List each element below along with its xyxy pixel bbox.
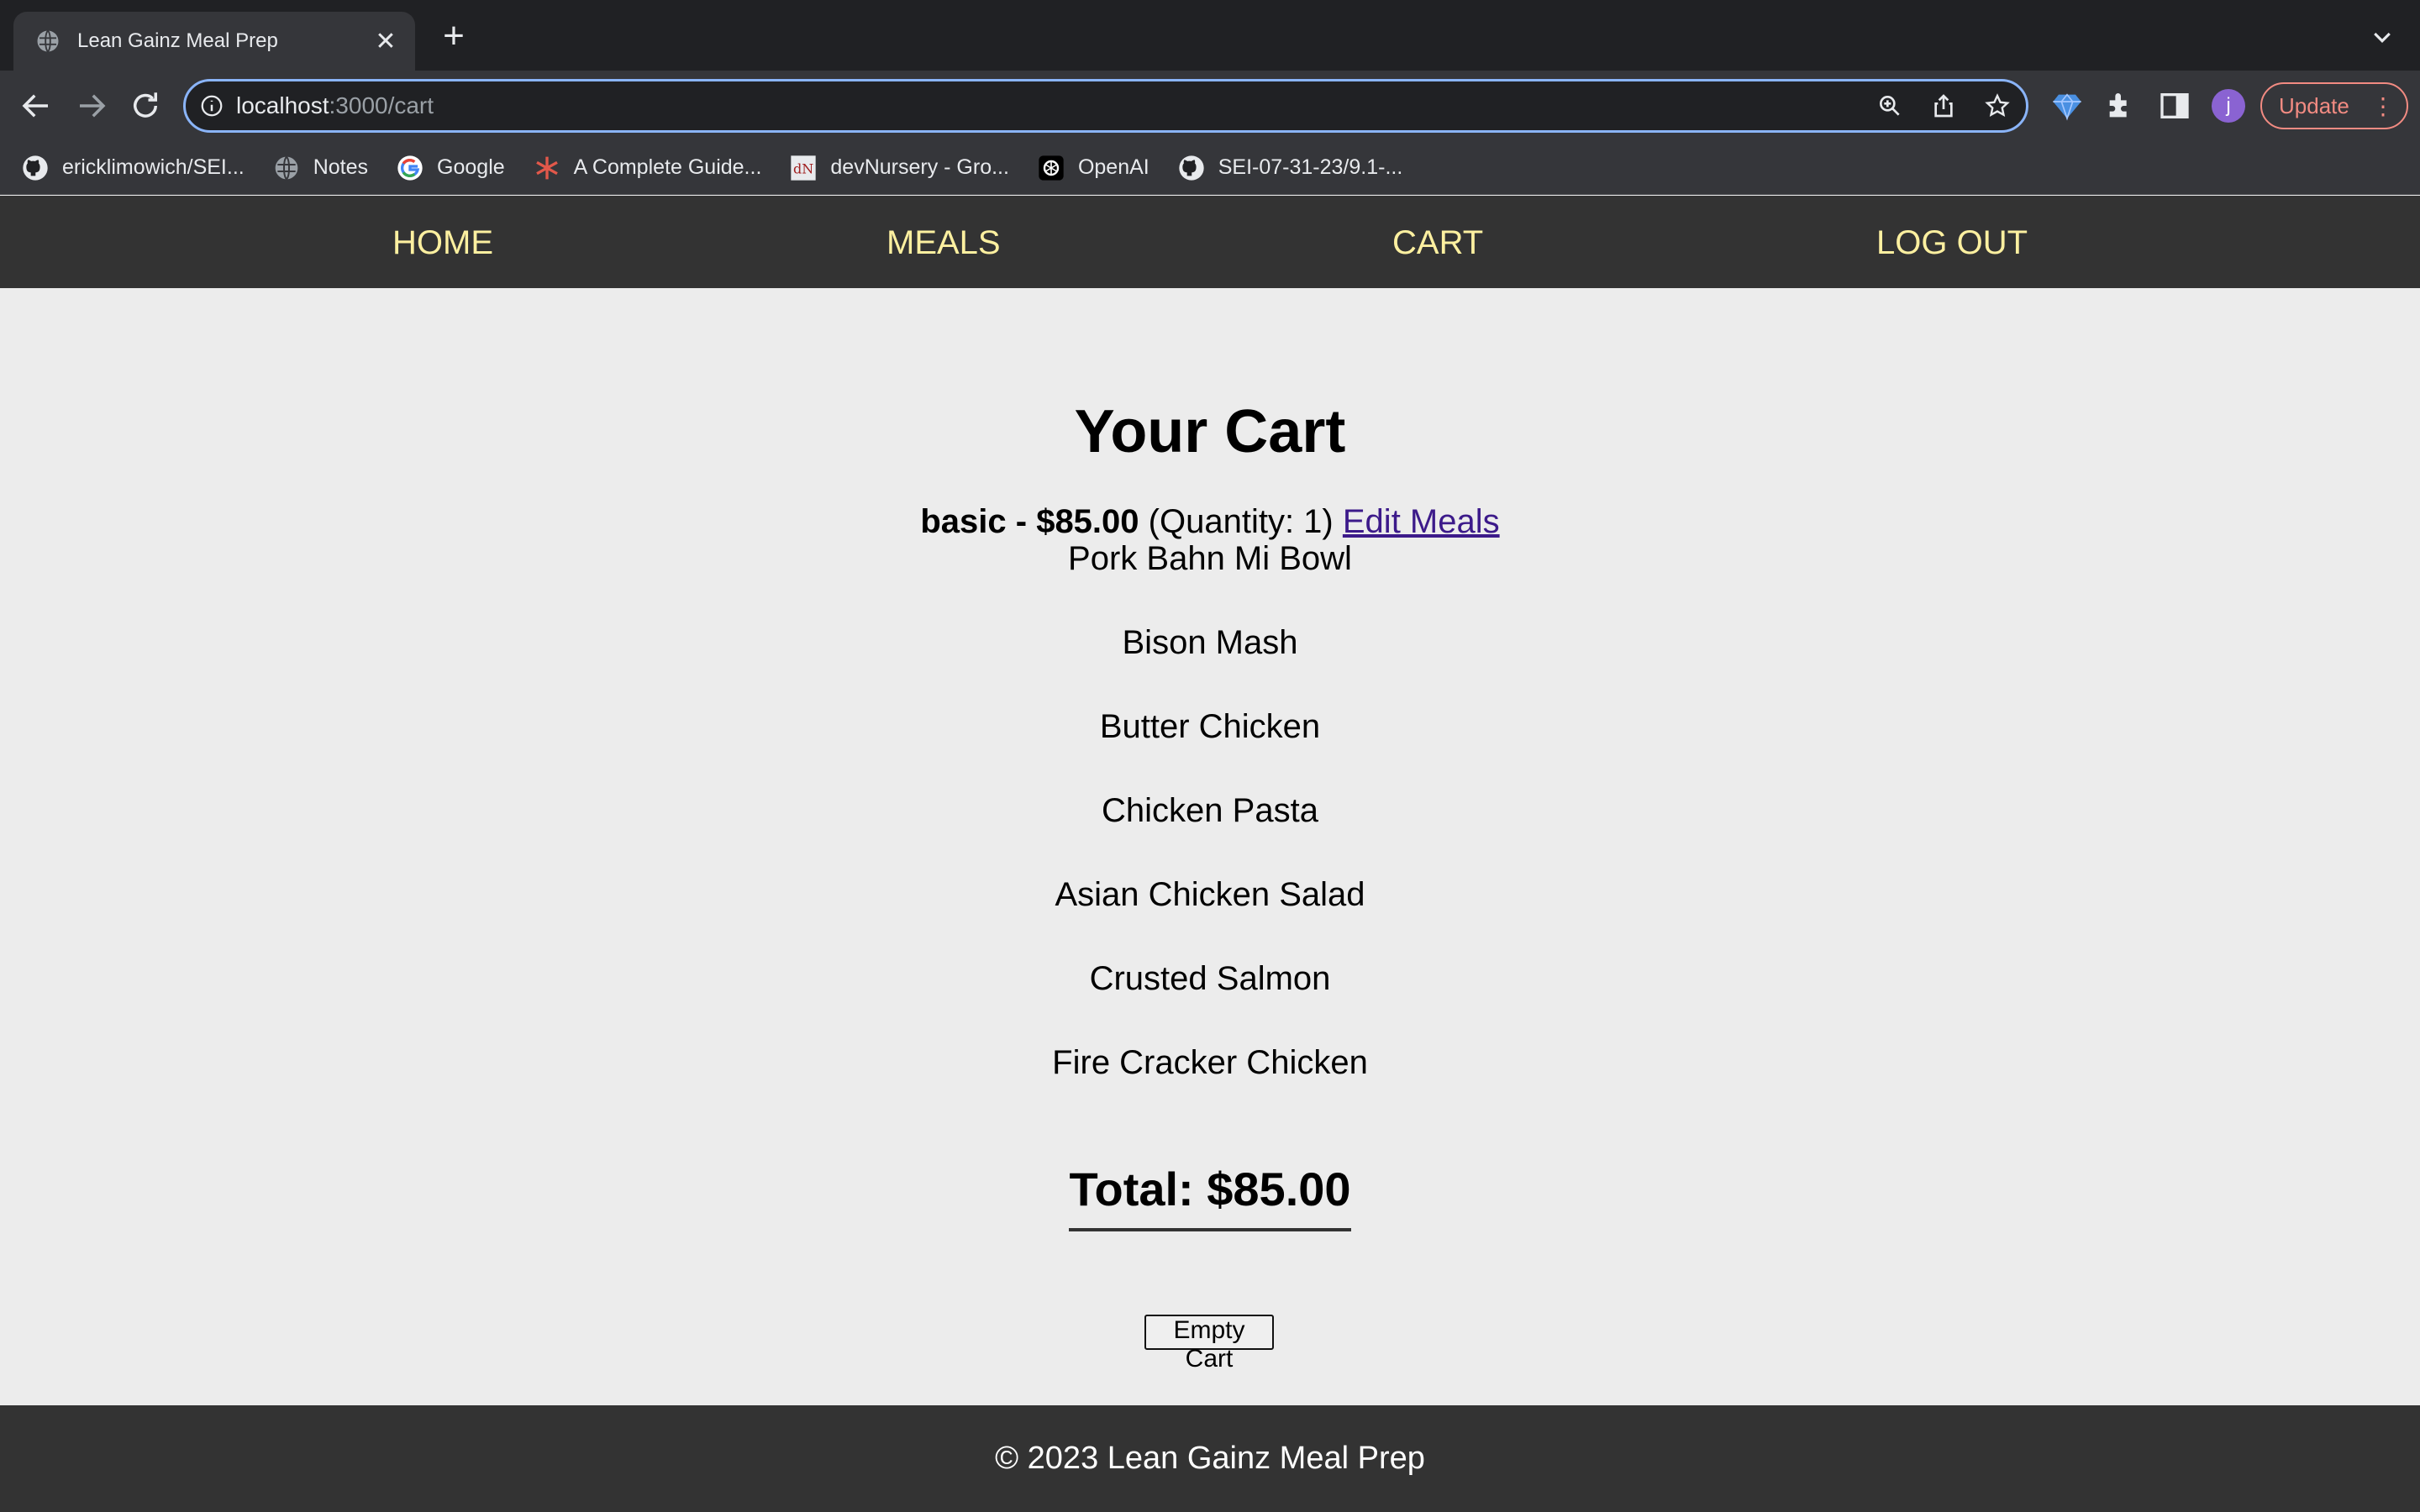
- bookmark-label: devNursery - Gro...: [830, 155, 1009, 179]
- profile-avatar[interactable]: j: [2212, 89, 2245, 123]
- bookmark-item[interactable]: SEI-07-31-23/9.1-...: [1178, 155, 1403, 181]
- cart-section: Your Cart basic - $85.00 (Quantity: 1) E…: [0, 288, 2420, 1405]
- tab-title: Lean Gainz Meal Prep: [77, 29, 278, 52]
- share-icon[interactable]: [1930, 92, 1957, 119]
- bookmark-item[interactable]: Notes: [273, 155, 368, 181]
- meal-item: Butter Chicken: [1099, 708, 1321, 745]
- back-arrow-icon[interactable]: [18, 88, 54, 123]
- plan-name-price: basic - $85.00: [920, 503, 1139, 540]
- empty-cart-button[interactable]: Empty Cart: [1144, 1315, 1274, 1373]
- info-icon[interactable]: [199, 93, 224, 118]
- bookmarks-bar: ericklimowich/SEI... Notes Google A Comp…: [0, 141, 2420, 195]
- edit-meals-link[interactable]: Edit Meals: [1343, 503, 1500, 540]
- bookmark-item[interactable]: ericklimowich/SEI...: [22, 155, 245, 181]
- openai-icon: [1039, 155, 1064, 181]
- bookmark-label: Notes: [313, 155, 369, 179]
- meal-item: Asian Chicken Salad: [1055, 876, 1365, 913]
- url-path: :3000/cart: [329, 92, 434, 118]
- nav-cart-link[interactable]: CART: [1392, 224, 1483, 262]
- browser-tab-bar: Lean Gainz Meal Prep ✕ +: [0, 0, 2420, 71]
- google-icon: [397, 155, 423, 181]
- nav-logout-link[interactable]: LOG OUT: [1876, 224, 2028, 262]
- github-icon: [1179, 155, 1204, 181]
- nav-meals-link[interactable]: MEALS: [886, 224, 1001, 262]
- globe-icon: [37, 29, 59, 53]
- bookmark-label: OpenAI: [1077, 155, 1150, 179]
- bookmark-item[interactable]: A Complete Guide...: [534, 155, 762, 181]
- address-bar[interactable]: localhost:3000/cart: [183, 79, 2028, 133]
- new-tab-icon[interactable]: +: [437, 18, 471, 55]
- reload-icon[interactable]: [128, 88, 163, 123]
- bookmark-label: ericklimowich/SEI...: [62, 155, 245, 179]
- bookmark-label: Google: [437, 155, 505, 179]
- bookmark-item[interactable]: OpenAI: [1038, 155, 1150, 181]
- zoom-icon[interactable]: [1876, 92, 1903, 119]
- devnursery-icon: dN: [791, 155, 817, 181]
- close-tab-icon[interactable]: ✕: [373, 27, 398, 56]
- side-panel-icon[interactable]: [2158, 89, 2191, 123]
- meal-item: Bison Mash: [1122, 624, 1298, 661]
- bookmark-label: SEI-07-31-23/9.1-...: [1218, 155, 1403, 179]
- plan-quantity: (Quantity: 1): [1148, 503, 1334, 540]
- update-label: Update: [2279, 92, 2349, 118]
- url-text[interactable]: localhost:3000/cart: [236, 92, 1876, 119]
- total-wrap: Total: $85.00: [0, 1162, 2420, 1231]
- bookmark-item[interactable]: Google: [397, 155, 505, 181]
- globe-icon: [275, 155, 298, 180]
- more-menu-icon[interactable]: ⋮: [2371, 92, 2395, 120]
- star-icon[interactable]: [1984, 92, 2011, 119]
- forward-arrow-icon[interactable]: [74, 88, 109, 123]
- github-icon: [23, 155, 48, 181]
- svg-text:dN: dN: [793, 160, 813, 176]
- url-host: localhost: [236, 92, 329, 118]
- site-nav: HOME MEALS CART LOG OUT: [0, 196, 2420, 288]
- meal-item: Pork Bahn Mi Bowl: [1068, 540, 1352, 577]
- update-button[interactable]: Update ⋮: [2260, 82, 2408, 129]
- meal-item: Crusted Salmon: [1089, 960, 1331, 997]
- meal-item: Chicken Pasta: [1102, 792, 1318, 829]
- extension-gem-icon[interactable]: [2050, 89, 2084, 123]
- asterisk-icon: [535, 156, 558, 179]
- nav-home-link[interactable]: HOME: [392, 224, 493, 262]
- cart-total: Total: $85.00: [1069, 1162, 1351, 1231]
- browser-tab[interactable]: Lean Gainz Meal Prep ✕: [13, 12, 415, 71]
- puzzle-icon[interactable]: [2104, 89, 2138, 123]
- browser-toolbar: localhost:3000/cart j Update ⋮: [0, 71, 2420, 141]
- meal-item: Fire Cracker Chicken: [1052, 1044, 1368, 1081]
- bookmark-item[interactable]: dN devNursery - Gro...: [790, 155, 1009, 181]
- page-title: Your Cart: [1074, 398, 1346, 465]
- chevron-down-icon[interactable]: [2370, 25, 2395, 50]
- site-footer: © 2023 Lean Gainz Meal Prep: [0, 1405, 2420, 1512]
- bookmark-label: A Complete Guide...: [573, 155, 762, 179]
- cart-plan-line: basic - $85.00 (Quantity: 1) Edit Meals: [0, 503, 2420, 541]
